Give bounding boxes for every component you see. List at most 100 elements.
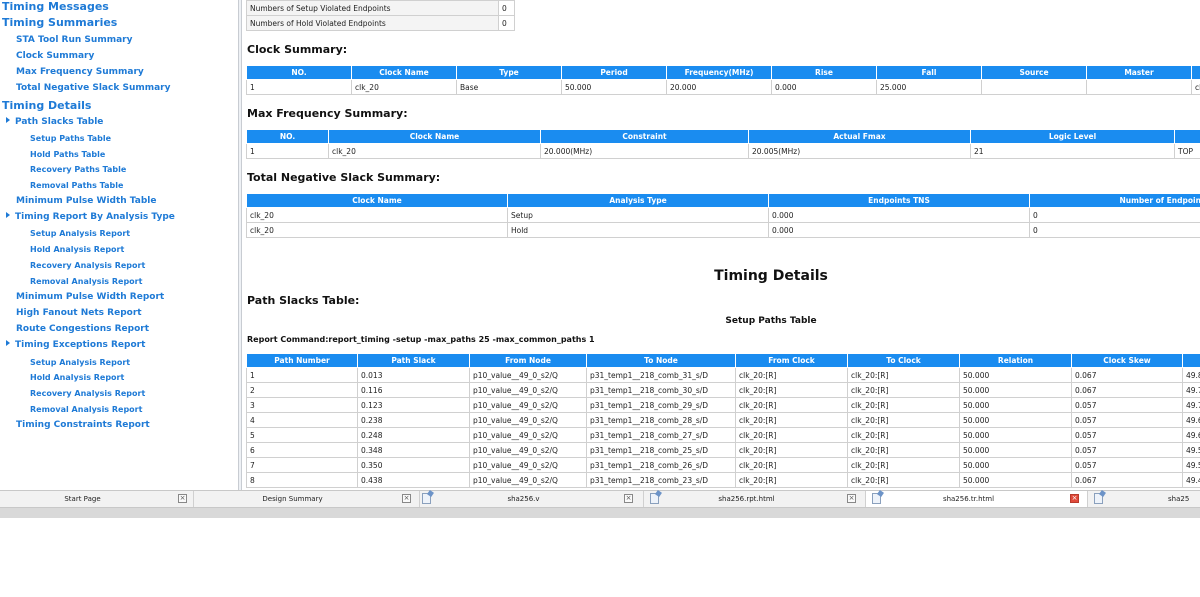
nav-clock-summary[interactable]: Clock Summary (16, 51, 94, 61)
table-cell: 0 (498, 0, 515, 16)
nav-timing-details[interactable]: Timing Details (2, 99, 91, 112)
nav-hold-paths-table[interactable]: Hold Paths Table (30, 150, 105, 159)
table-cell: 0.000 (771, 79, 877, 95)
document-icon (1094, 493, 1103, 504)
table-header-row: NO. Clock Name Constraint Actual Fmax Lo… (246, 129, 1200, 144)
nav-removal-analysis-report[interactable]: Removal Analysis Report (30, 277, 142, 286)
tab-sha256-rpt-html[interactable]: sha256.rpt.html × (644, 491, 866, 507)
table-cell: 21 (970, 143, 1175, 159)
table-cell (1086, 79, 1192, 95)
nav-timing-constraints-report[interactable]: Timing Constraints Report (16, 420, 150, 430)
table-row: Numbers of Setup Violated Endpoints 0 (246, 0, 515, 16)
max-frequency-summary-table: NO. Clock Name Constraint Actual Fmax Lo… (246, 129, 1200, 159)
table-cell: 1 (246, 367, 358, 383)
table-cell: clk_20:[R] (847, 457, 960, 473)
expand-triangle-icon[interactable] (6, 117, 10, 123)
table-cell: 0.000 (768, 222, 1030, 238)
setup-paths-table: Path Number Path Slack From Node To Node… (246, 353, 1200, 488)
table-cell: clk_20 (328, 143, 541, 159)
column-header: Clock Name (328, 129, 541, 144)
table-cell: clk_20 (351, 79, 457, 95)
table-cell: 20.005(MHz) (748, 143, 971, 159)
expand-triangle-icon[interactable] (6, 340, 10, 346)
table-cell: 7 (246, 457, 358, 473)
tab-close-icon[interactable]: × (178, 494, 187, 503)
setup-paths-table-heading: Setup Paths Table (725, 316, 817, 326)
table-cell: 50.000 (959, 472, 1072, 488)
nav-timing-report-by-analysis-type[interactable]: Timing Report By Analysis Type (6, 212, 175, 222)
table-cell: 50.000 (959, 397, 1072, 413)
table-cell: clk_20:[R] (735, 427, 848, 443)
table-cell: 50.000 (959, 427, 1072, 443)
table-cell: 50.000 (959, 457, 1072, 473)
column-header (1182, 353, 1200, 368)
tab-close-icon[interactable]: × (402, 494, 411, 503)
column-header: Master (1086, 65, 1192, 80)
nav-timing-summaries[interactable]: Timing Summaries (2, 16, 117, 29)
table-cell: Numbers of Hold Violated Endpoints (246, 15, 499, 31)
tab-design-summary[interactable]: Design Summary × (194, 491, 431, 507)
tab-sha256-v[interactable]: sha256.v × (420, 491, 644, 507)
tab-start-page[interactable]: Start Page × (0, 491, 194, 507)
table-cell: 49.7 (1182, 382, 1200, 398)
nav-minimum-pulse-width-report[interactable]: Minimum Pulse Width Report (16, 292, 164, 302)
timing-details-heading: Timing Details (714, 268, 828, 284)
tab-sha25[interactable]: sha25 (1088, 491, 1200, 507)
nav-recovery-analysis-report[interactable]: Recovery Analysis Report (30, 261, 145, 270)
nav-path-slacks-table[interactable]: Path Slacks Table (6, 117, 103, 127)
nav-removal-paths-table[interactable]: Removal Paths Table (30, 181, 123, 190)
violated-endpoints-table: Numbers of Setup Violated Endpoints 0 Nu… (246, 0, 515, 31)
nav-recovery-paths-table[interactable]: Recovery Paths Table (30, 165, 126, 174)
table-cell: 0.350 (357, 457, 470, 473)
table-cell: 0.248 (357, 427, 470, 443)
nav-setup-paths-table[interactable]: Setup Paths Table (30, 134, 111, 143)
table-cell: Hold (507, 222, 769, 238)
table-cell: 2 (246, 382, 358, 398)
tab-label: Design Summary (262, 495, 323, 503)
timing-report-window: Timing Messages Timing Summaries STA Too… (0, 0, 1200, 597)
nav-max-frequency-summary[interactable]: Max Frequency Summary (16, 67, 144, 77)
max-frequency-summary-heading: Max Frequency Summary: (247, 107, 408, 120)
column-header: Frequency(MHz) (666, 65, 772, 80)
tab-close-icon[interactable]: × (1070, 494, 1079, 503)
table-cell: 0.013 (357, 367, 470, 383)
table-cell: clk_20:[R] (847, 472, 960, 488)
column-header: Endpoints TNS (768, 193, 1030, 208)
table-cell: 8 (246, 472, 358, 488)
table-cell: Setup (507, 207, 769, 223)
table-row: Numbers of Hold Violated Endpoints 0 (246, 15, 515, 31)
nav-label: Timing Report By Analysis Type (15, 212, 175, 222)
table-cell: TOP (1174, 143, 1200, 159)
tab-close-icon[interactable]: × (847, 494, 856, 503)
expand-triangle-icon[interactable] (6, 212, 10, 218)
nav-setup-analysis-report[interactable]: Setup Analysis Report (30, 229, 130, 238)
table-cell: p10_value__49_0_s2/Q (469, 412, 587, 428)
table-row: 4 0.238 p10_value__49_0_s2/Q p31_temp1__… (246, 412, 1200, 428)
table-cell: 1 (246, 79, 352, 95)
nav-exceptions-recovery-analysis-report[interactable]: Recovery Analysis Report (30, 389, 145, 398)
nav-route-congestions-report[interactable]: Route Congestions Report (16, 324, 149, 334)
nav-exceptions-hold-analysis-report[interactable]: Hold Analysis Report (30, 373, 124, 382)
table-cell: 0.067 (1071, 367, 1183, 383)
nav-minimum-pulse-width-table[interactable]: Minimum Pulse Width Table (16, 196, 157, 206)
document-tab-bar: Start Page × Design Summary × sha256.v ×… (0, 490, 1200, 508)
nav-exceptions-setup-analysis-report[interactable]: Setup Analysis Report (30, 358, 130, 367)
table-row: 6 0.348 p10_value__49_0_s2/Q p31_temp1__… (246, 442, 1200, 458)
table-row: clk_20 Hold 0.000 0 (246, 222, 1200, 238)
nav-label: Path Slacks Table (15, 117, 104, 127)
tab-sha256-tr-html[interactable]: sha256.tr.html × (866, 491, 1088, 507)
table-cell: p31_temp1__218_comb_31_s/D (586, 367, 736, 383)
nav-hold-analysis-report[interactable]: Hold Analysis Report (30, 245, 124, 254)
tab-close-icon[interactable]: × (624, 494, 633, 503)
nav-exceptions-removal-analysis-report[interactable]: Removal Analysis Report (30, 405, 142, 414)
column-header (1174, 129, 1200, 144)
nav-timing-exceptions-report[interactable]: Timing Exceptions Report (6, 340, 145, 350)
nav-total-negative-slack-summary[interactable]: Total Negative Slack Summary (16, 83, 170, 93)
nav-sta-tool-run-summary[interactable]: STA Tool Run Summary (16, 35, 132, 45)
table-cell: Base (456, 79, 562, 95)
path-slacks-table-heading: Path Slacks Table: (247, 294, 360, 307)
nav-timing-messages[interactable]: Timing Messages (2, 0, 109, 13)
report-content-pane[interactable]: Numbers of Setup Violated Endpoints 0 Nu… (242, 0, 1200, 490)
tab-label: sha256.v (507, 495, 540, 503)
nav-high-fanout-nets-report[interactable]: High Fanout Nets Report (16, 308, 142, 318)
